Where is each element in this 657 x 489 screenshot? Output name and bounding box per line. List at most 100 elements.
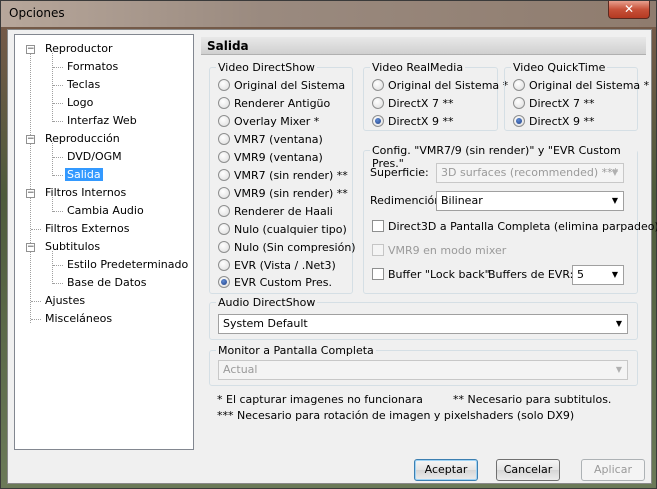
tree-item-label: DVD/OGM	[67, 150, 122, 163]
radio-label: VMR9 (sin render) **	[234, 187, 348, 200]
audio-renderer-value: System Default	[223, 317, 308, 330]
surface-value: 3D surfaces (recommended) ***	[441, 166, 619, 179]
tree-item-label: Reproductor	[45, 42, 113, 55]
collapse-icon[interactable]: −	[26, 135, 35, 144]
dialog-client-area: − Reproductor Formatos Teclas Logo Inter…	[7, 29, 657, 484]
radio-icon	[218, 187, 230, 199]
window-title: Opciones	[9, 6, 65, 20]
checkbox-icon	[372, 268, 384, 280]
tree-item-salida[interactable]: Salida	[65, 167, 103, 183]
tree-item-base-de-datos[interactable]: Base de Datos	[65, 275, 149, 291]
group-legend: Video DirectShow	[216, 61, 317, 74]
radio-nulo-cualquier[interactable]: Nulo (cualquier tipo)	[218, 222, 347, 238]
renderer-config-group: Config. "VMR7/9 (sin render)" y "EVR Cus…	[363, 144, 657, 294]
radio-label: Renderer de Haali	[234, 205, 333, 218]
radio-qt-directx7[interactable]: DirectX 7 **	[513, 96, 594, 112]
radio-evr-vista[interactable]: EVR (Vista / .Net3)	[218, 258, 336, 274]
tree-item-label: Cambia Audio	[67, 204, 144, 217]
tree-item-miscelaneos[interactable]: Misceláneos	[43, 311, 114, 327]
tree-item-label: Salida	[65, 168, 103, 181]
tree-item-teclas[interactable]: Teclas	[65, 77, 102, 93]
video-directshow-group: Video DirectShow Original del Sistema Re…	[209, 61, 356, 294]
collapse-icon[interactable]: −	[26, 45, 35, 54]
radio-label: VMR7 (ventana)	[234, 133, 323, 146]
tree-item-formatos[interactable]: Formatos	[65, 59, 120, 75]
radio-rm-original[interactable]: Original del Sistema *	[372, 78, 508, 94]
note-capture: * El capturar imagenes no funcionara	[217, 393, 423, 406]
radio-label: DirectX 9 **	[529, 115, 595, 128]
radio-label: Renderer Antigüo	[234, 97, 331, 110]
radio-vmr9-ventana[interactable]: VMR9 (ventana)	[218, 150, 323, 166]
tree-item-label: Filtros Internos	[45, 186, 127, 199]
radio-icon	[218, 169, 230, 181]
fullscreen-d3d-checkbox[interactable]: Direct3D a Pantalla Completa (elimina pa…	[372, 219, 657, 235]
tree-item-dvd-ogm[interactable]: DVD/OGM	[65, 149, 124, 165]
apply-button[interactable]: Aplicar	[581, 459, 645, 481]
tree-item-cambia-audio[interactable]: Cambia Audio	[65, 203, 146, 219]
radio-vmr9-sin-render[interactable]: VMR9 (sin render) **	[218, 186, 348, 202]
tree-item-reproductor[interactable]: Reproductor	[43, 41, 114, 57]
vmr9-mixer-checkbox: VMR9 en modo mixer	[372, 243, 506, 259]
radio-selected-icon	[513, 115, 525, 127]
resize-select[interactable]: Bilinear ▼	[436, 191, 624, 211]
title-bar[interactable]: Opciones ✕	[1, 1, 656, 27]
radio-label: Nulo (cualquier tipo)	[234, 223, 347, 236]
evr-buffers-value: 5	[577, 268, 584, 281]
radio-renderer-haali[interactable]: Renderer de Haali	[218, 204, 333, 220]
radio-label: EVR Custom Pres.	[234, 276, 332, 289]
evr-buffers-select[interactable]: 5 ▼	[572, 265, 624, 285]
tree-item-label: Subtitulos	[45, 240, 101, 253]
radio-overlay-mixer[interactable]: Overlay Mixer *	[218, 114, 319, 130]
radio-qt-directx9[interactable]: DirectX 9 **	[513, 114, 594, 130]
audio-renderer-select[interactable]: System Default ▼	[218, 314, 628, 334]
chevron-down-icon: ▼	[611, 168, 619, 177]
radio-evr-custom-pres[interactable]: EVR Custom Pres.	[218, 275, 332, 291]
tree-item-logo[interactable]: Logo	[65, 95, 95, 111]
radio-selected-icon	[372, 115, 384, 127]
collapse-icon[interactable]: −	[26, 189, 35, 198]
radio-nulo-sin-compresion[interactable]: Nulo (Sin compresión)	[218, 240, 356, 256]
tree-item-filtros-externos[interactable]: Filtros Externos	[43, 221, 132, 237]
fullscreen-monitor-group: Monitor a Pantalla Completa Actual ▼	[209, 344, 638, 386]
radio-label: Overlay Mixer *	[234, 115, 320, 128]
radio-icon	[218, 151, 230, 163]
tree-item-label: Misceláneos	[45, 312, 113, 325]
radio-vmr7-sin-render[interactable]: VMR7 (sin render) **	[218, 168, 348, 184]
collapse-icon[interactable]: −	[26, 243, 35, 252]
radio-rm-directx7[interactable]: DirectX 7 **	[372, 96, 453, 112]
radio-label: Original del Sistema	[234, 79, 346, 92]
tree-item-ajustes[interactable]: Ajustes	[43, 293, 87, 309]
radio-icon	[372, 97, 384, 109]
tree-item-interfaz-web[interactable]: Interfaz Web	[65, 113, 139, 129]
radio-rm-directx9[interactable]: DirectX 9 **	[372, 114, 453, 130]
chevron-down-icon: ▼	[615, 365, 623, 374]
tree-item-subtitulos[interactable]: Subtitulos	[43, 239, 102, 255]
settings-tree: − Reproductor Formatos Teclas Logo Inter…	[14, 34, 194, 450]
tree-item-label: Teclas	[67, 78, 101, 91]
resize-label: Redimención:	[370, 194, 445, 207]
buffer-lockback-checkbox[interactable]: Buffer "Lock back"	[372, 267, 490, 283]
audio-directshow-group: Audio DirectShow System Default ▼	[209, 296, 638, 340]
tree-item-estilo-predeterminado[interactable]: Estilo Predeterminado	[65, 257, 190, 273]
video-realmedia-group: Video RealMedia Original del Sistema * D…	[363, 61, 508, 131]
cancel-button[interactable]: Cancelar	[496, 459, 560, 481]
radio-original-sistema[interactable]: Original del Sistema	[218, 78, 345, 94]
radio-icon	[218, 205, 230, 217]
radio-icon	[372, 79, 384, 91]
output-settings-panel: Salida Video DirectShow Original del Sis…	[201, 37, 657, 447]
radio-renderer-antiguo[interactable]: Renderer Antigüo	[218, 96, 330, 112]
surface-select: 3D surfaces (recommended) *** ▼	[436, 163, 624, 183]
chevron-down-icon: ▼	[615, 319, 623, 328]
close-button[interactable]: ✕	[608, 1, 650, 19]
group-legend: Video QuickTime	[511, 61, 608, 74]
radio-icon	[513, 97, 525, 109]
checkbox-icon	[372, 244, 384, 256]
accept-button[interactable]: Aceptar	[414, 459, 478, 481]
tree-item-reproduccion[interactable]: Reproducción	[43, 131, 122, 147]
group-legend: Monitor a Pantalla Completa	[216, 344, 376, 357]
group-legend: Audio DirectShow	[216, 296, 318, 309]
tree-item-filtros-internos[interactable]: Filtros Internos	[43, 185, 128, 201]
tree-item-label: Ajustes	[45, 294, 86, 307]
radio-vmr7-ventana[interactable]: VMR7 (ventana)	[218, 132, 323, 148]
radio-qt-original[interactable]: Original del Sistema *	[513, 78, 649, 94]
